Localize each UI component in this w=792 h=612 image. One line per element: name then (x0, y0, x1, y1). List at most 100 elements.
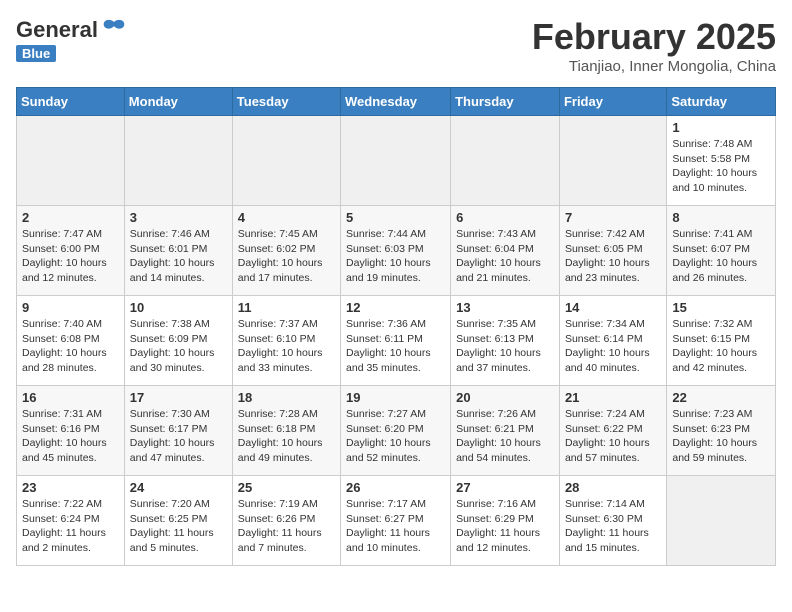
calendar-cell: 20 Sunrise: 7:26 AM Sunset: 6:21 PM Dayli… (451, 386, 560, 476)
day-info: Sunrise: 7:31 AM Sunset: 6:16 PM Dayligh… (22, 407, 119, 466)
day-number: 10 (130, 300, 227, 315)
calendar-cell: 2 Sunrise: 7:47 AM Sunset: 6:00 PM Daylig… (17, 206, 125, 296)
calendar-cell: 11Sunrise: 7:37 AM Sunset: 6:10 PM Dayli… (232, 296, 340, 386)
calendar-cell: 5 Sunrise: 7:44 AM Sunset: 6:03 PM Daylig… (341, 206, 451, 296)
calendar-cell: 22 Sunrise: 7:23 AM Sunset: 6:23 PM Dayli… (667, 386, 776, 476)
day-number: 25 (238, 480, 335, 495)
title-block: February 2025 Tianjiao, Inner Mongolia, … (532, 16, 776, 75)
day-info: Sunrise: 7:28 AM Sunset: 6:18 PM Dayligh… (238, 407, 335, 466)
calendar-cell: 16 Sunrise: 7:31 AM Sunset: 6:16 PM Dayli… (17, 386, 125, 476)
day-info: Sunrise: 7:23 AM Sunset: 6:23 PM Dayligh… (672, 407, 770, 466)
day-number: 17 (130, 390, 227, 405)
logo-blue-label: Blue (16, 45, 56, 62)
page-header: General Blue February 2025 Tianjiao, Inn… (16, 16, 776, 75)
calendar-cell: 28 Sunrise: 7:14 AM Sunset: 6:30 PM Dayli… (559, 476, 666, 566)
day-info: Sunrise: 7:43 AM Sunset: 6:04 PM Dayligh… (456, 227, 554, 286)
day-number: 5 (346, 210, 445, 225)
day-number: 23 (22, 480, 119, 495)
day-info: Sunrise: 7:24 AM Sunset: 6:22 PM Dayligh… (565, 407, 661, 466)
calendar-cell: 1Sunrise: 7:48 AM Sunset: 5:58 PM Daylig… (667, 116, 776, 206)
day-info: Sunrise: 7:26 AM Sunset: 6:21 PM Dayligh… (456, 407, 554, 466)
day-info: Sunrise: 7:30 AM Sunset: 6:17 PM Dayligh… (130, 407, 227, 466)
day-number: 20 (456, 390, 554, 405)
logo: General Blue (16, 16, 128, 62)
day-number: 4 (238, 210, 335, 225)
calendar-cell: 17 Sunrise: 7:30 AM Sunset: 6:17 PM Dayli… (124, 386, 232, 476)
day-number: 13 (456, 300, 554, 315)
day-info: Sunrise: 7:46 AM Sunset: 6:01 PM Dayligh… (130, 227, 227, 286)
calendar-table: SundayMondayTuesdayWednesdayThursdayFrid… (16, 87, 776, 566)
week-row-2: 2 Sunrise: 7:47 AM Sunset: 6:00 PM Daylig… (17, 206, 776, 296)
day-info: Sunrise: 7:27 AM Sunset: 6:20 PM Dayligh… (346, 407, 445, 466)
day-info: Sunrise: 7:35 AM Sunset: 6:13 PM Dayligh… (456, 317, 554, 376)
calendar-cell: 21 Sunrise: 7:24 AM Sunset: 6:22 PM Dayli… (559, 386, 666, 476)
calendar-cell: 19 Sunrise: 7:27 AM Sunset: 6:20 PM Dayli… (341, 386, 451, 476)
day-number: 19 (346, 390, 445, 405)
calendar-cell (232, 116, 340, 206)
logo-general: General (16, 17, 98, 43)
day-number: 24 (130, 480, 227, 495)
day-number: 12 (346, 300, 445, 315)
day-info: Sunrise: 7:16 AM Sunset: 6:29 PM Dayligh… (456, 497, 554, 556)
day-info: Sunrise: 7:17 AM Sunset: 6:27 PM Dayligh… (346, 497, 445, 556)
day-info: Sunrise: 7:47 AM Sunset: 6:00 PM Dayligh… (22, 227, 119, 286)
calendar-cell (559, 116, 666, 206)
calendar-body: 1Sunrise: 7:48 AM Sunset: 5:58 PM Daylig… (17, 116, 776, 566)
calendar-cell: 25 Sunrise: 7:19 AM Sunset: 6:26 PM Dayli… (232, 476, 340, 566)
calendar-cell: 10 Sunrise: 7:38 AM Sunset: 6:09 PM Dayli… (124, 296, 232, 386)
day-number: 21 (565, 390, 661, 405)
day-number: 27 (456, 480, 554, 495)
day-number: 22 (672, 390, 770, 405)
calendar-cell (341, 116, 451, 206)
calendar-cell: 7 Sunrise: 7:42 AM Sunset: 6:05 PM Daylig… (559, 206, 666, 296)
day-number: 18 (238, 390, 335, 405)
calendar-cell: 13 Sunrise: 7:35 AM Sunset: 6:13 PM Dayli… (451, 296, 560, 386)
day-number: 28 (565, 480, 661, 495)
day-number: 7 (565, 210, 661, 225)
day-header-friday: Friday (559, 88, 666, 116)
day-info: Sunrise: 7:41 AM Sunset: 6:07 PM Dayligh… (672, 227, 770, 286)
day-number: 9 (22, 300, 119, 315)
day-number: 26 (346, 480, 445, 495)
logo-bird-icon (100, 16, 128, 44)
week-row-3: 9 Sunrise: 7:40 AM Sunset: 6:08 PM Daylig… (17, 296, 776, 386)
day-info: Sunrise: 7:20 AM Sunset: 6:25 PM Dayligh… (130, 497, 227, 556)
day-header-thursday: Thursday (451, 88, 560, 116)
day-number: 15 (672, 300, 770, 315)
day-number: 8 (672, 210, 770, 225)
day-info: Sunrise: 7:42 AM Sunset: 6:05 PM Dayligh… (565, 227, 661, 286)
day-info: Sunrise: 7:32 AM Sunset: 6:15 PM Dayligh… (672, 317, 770, 376)
day-number: 11 (238, 300, 335, 315)
location: Tianjiao, Inner Mongolia, China (532, 58, 776, 75)
day-info: Sunrise: 7:19 AM Sunset: 6:26 PM Dayligh… (238, 497, 335, 556)
day-header-sunday: Sunday (17, 88, 125, 116)
calendar-cell: 23 Sunrise: 7:22 AM Sunset: 6:24 PM Dayli… (17, 476, 125, 566)
day-info: Sunrise: 7:14 AM Sunset: 6:30 PM Dayligh… (565, 497, 661, 556)
calendar-cell: 12 Sunrise: 7:36 AM Sunset: 6:11 PM Dayli… (341, 296, 451, 386)
week-row-4: 16 Sunrise: 7:31 AM Sunset: 6:16 PM Dayli… (17, 386, 776, 476)
day-number: 3 (130, 210, 227, 225)
calendar-cell: 15 Sunrise: 7:32 AM Sunset: 6:15 PM Dayli… (667, 296, 776, 386)
day-info: Sunrise: 7:40 AM Sunset: 6:08 PM Dayligh… (22, 317, 119, 376)
calendar-header-row: SundayMondayTuesdayWednesdayThursdayFrid… (17, 88, 776, 116)
day-number: 16 (22, 390, 119, 405)
day-info: Sunrise: 7:22 AM Sunset: 6:24 PM Dayligh… (22, 497, 119, 556)
day-header-saturday: Saturday (667, 88, 776, 116)
calendar-cell: 18 Sunrise: 7:28 AM Sunset: 6:18 PM Dayli… (232, 386, 340, 476)
day-info: Sunrise: 7:44 AM Sunset: 6:03 PM Dayligh… (346, 227, 445, 286)
day-header-wednesday: Wednesday (341, 88, 451, 116)
day-number: 14 (565, 300, 661, 315)
day-info: Sunrise: 7:34 AM Sunset: 6:14 PM Dayligh… (565, 317, 661, 376)
calendar-cell: 26 Sunrise: 7:17 AM Sunset: 6:27 PM Dayli… (341, 476, 451, 566)
calendar-cell: 4 Sunrise: 7:45 AM Sunset: 6:02 PM Daylig… (232, 206, 340, 296)
day-info: Sunrise: 7:45 AM Sunset: 6:02 PM Dayligh… (238, 227, 335, 286)
calendar-cell: 3 Sunrise: 7:46 AM Sunset: 6:01 PM Daylig… (124, 206, 232, 296)
month-title: February 2025 (532, 16, 776, 58)
calendar-cell (124, 116, 232, 206)
day-number: 2 (22, 210, 119, 225)
day-info: Sunrise: 7:38 AM Sunset: 6:09 PM Dayligh… (130, 317, 227, 376)
calendar-cell: 6Sunrise: 7:43 AM Sunset: 6:04 PM Daylig… (451, 206, 560, 296)
calendar-cell: 9 Sunrise: 7:40 AM Sunset: 6:08 PM Daylig… (17, 296, 125, 386)
day-info: Sunrise: 7:36 AM Sunset: 6:11 PM Dayligh… (346, 317, 445, 376)
day-header-monday: Monday (124, 88, 232, 116)
